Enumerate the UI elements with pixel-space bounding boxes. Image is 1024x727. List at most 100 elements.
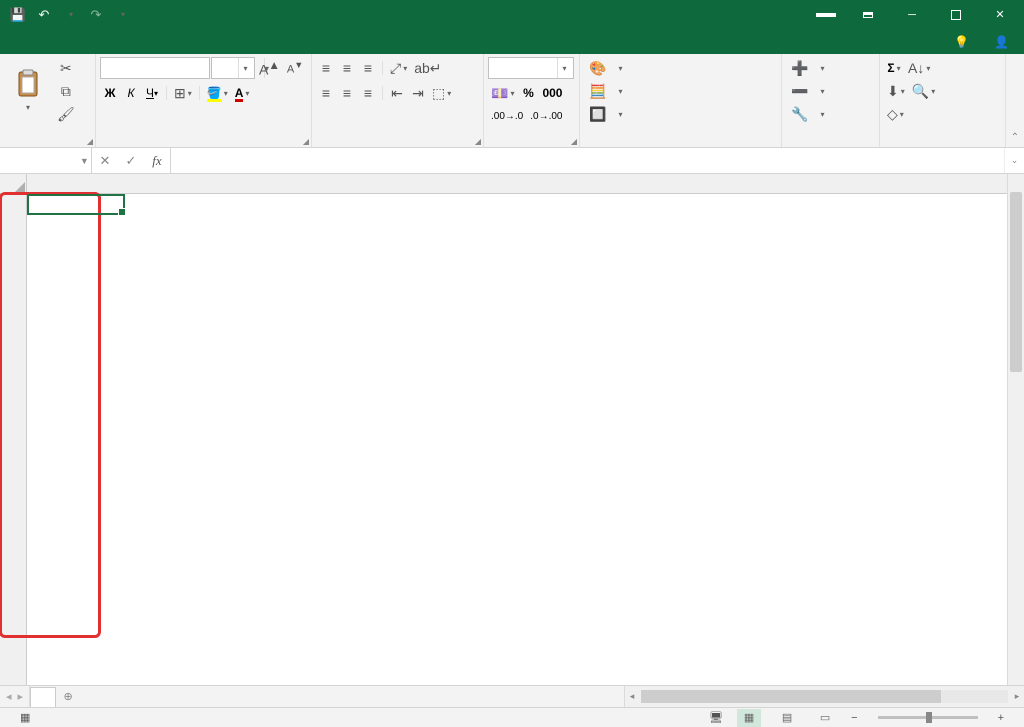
undo-icon[interactable]: ↶ <box>32 3 56 27</box>
font-color-button[interactable]: A <box>232 82 253 104</box>
decrease-indent-button[interactable]: ⇤ <box>387 82 407 104</box>
font-size-combo[interactable]: ▾ <box>211 57 255 79</box>
sheet-nav[interactable]: ◂▸ <box>0 686 30 707</box>
number-format-combo[interactable]: ▾ <box>488 57 574 79</box>
launcher-icon[interactable]: ◢ <box>87 137 93 146</box>
align-center-button[interactable]: ≡ <box>337 82 357 104</box>
share-button[interactable]: 👤 <box>984 29 1024 54</box>
close-icon[interactable]: ✕ <box>978 0 1022 29</box>
format-cells-button[interactable]: 🔧 <box>786 103 829 125</box>
select-all-button[interactable] <box>0 174 27 194</box>
vertical-scrollbar[interactable] <box>1007 174 1024 685</box>
sort-filter-button[interactable]: A↓ <box>905 57 933 79</box>
sort-icon: A↓ <box>908 61 924 75</box>
launcher-icon[interactable]: ◢ <box>475 137 481 146</box>
format-as-table-button[interactable]: 🧮 <box>584 80 627 102</box>
redo-icon[interactable]: ↷ <box>84 3 108 27</box>
launcher-icon[interactable]: ◢ <box>303 137 309 146</box>
borders-button[interactable]: ⊞ <box>171 82 195 104</box>
decrease-font-button[interactable]: A▼ <box>284 57 306 79</box>
delete-cells-button[interactable]: ➖ <box>786 80 829 102</box>
page-break-view-button[interactable]: ▭ <box>813 709 837 727</box>
cell-styles-button[interactable]: 🔲 <box>584 103 627 125</box>
zoom-slider[interactable] <box>878 716 978 719</box>
align-bottom-button[interactable]: ≡ <box>358 57 378 79</box>
ribbon-options-icon[interactable] <box>846 0 890 29</box>
sheet-tab[interactable] <box>30 687 56 707</box>
a-color-icon: A <box>235 86 244 100</box>
delete-icon: ➖ <box>791 84 808 98</box>
fill-button[interactable]: ⬇ <box>884 80 908 102</box>
chevron-down-icon[interactable]: ▼ <box>78 156 91 166</box>
italic-button[interactable]: К <box>121 82 141 104</box>
a-up-icon: A▲ <box>259 60 280 77</box>
normal-view-button[interactable]: ▦ <box>737 709 761 727</box>
autosum-button[interactable]: Σ <box>884 57 904 79</box>
sheet-tab-bar: ◂▸ ⊕ ◂▸ <box>0 685 1024 707</box>
a-down-icon: A▼ <box>287 61 303 76</box>
expand-formula-bar-button[interactable]: ⌄ <box>1004 148 1024 173</box>
align-left-button[interactable]: ≡ <box>316 82 336 104</box>
clear-button[interactable]: ◇ <box>884 103 907 125</box>
border-icon: ⊞ <box>174 86 186 100</box>
minimize-icon[interactable]: ─ <box>890 0 934 29</box>
sign-in-button[interactable] <box>816 13 836 17</box>
tell-me[interactable]: 💡 <box>944 29 984 54</box>
add-sheet-button[interactable]: ⊕ <box>56 686 80 707</box>
launcher-icon[interactable]: ◢ <box>571 137 577 146</box>
font-name-combo[interactable]: ▾ <box>100 57 210 79</box>
status-bar: ▦ 🖥 ▦ ▤ ▭ − + <box>0 707 1024 727</box>
format-icon: 🔧 <box>791 107 808 121</box>
merge-icon: ⬚ <box>432 86 445 100</box>
accounting-format-button[interactable]: 💷 <box>488 82 517 104</box>
qat-customize[interactable] <box>110 3 134 27</box>
name-box-input[interactable] <box>0 154 78 168</box>
merge-button[interactable]: ⬚ <box>429 82 454 104</box>
find-select-button[interactable]: 🔍 <box>909 80 938 102</box>
cells-area[interactable] <box>27 194 1007 685</box>
format-painter-button[interactable]: 🖌 <box>54 103 78 125</box>
cut-button[interactable]: ✂ <box>54 57 78 79</box>
column-headers <box>27 174 1007 194</box>
number-format-input[interactable] <box>489 61 557 75</box>
insert-function-button[interactable]: fx <box>144 148 170 173</box>
save-icon[interactable]: 💾 <box>6 3 30 27</box>
name-box[interactable]: ▼ <box>0 148 92 173</box>
align-right-button[interactable]: ≡ <box>358 82 378 104</box>
maximize-icon[interactable] <box>934 0 978 29</box>
increase-indent-button[interactable]: ⇥ <box>408 82 428 104</box>
conditional-formatting-button[interactable]: 🎨 <box>584 57 627 79</box>
percent-button[interactable]: % <box>518 82 538 104</box>
zoom-out-button[interactable]: − <box>851 712 857 724</box>
page-layout-view-button[interactable]: ▤ <box>775 709 799 727</box>
font-size-input[interactable] <box>212 61 238 75</box>
decrease-decimal-button[interactable]: .0→.00 <box>527 105 565 127</box>
formula-input[interactable] <box>171 148 1004 173</box>
align-middle-button[interactable]: ≡ <box>337 57 357 79</box>
macro-record-icon[interactable]: ▦ <box>20 711 30 724</box>
cancel-formula-button[interactable]: ✕ <box>92 148 118 173</box>
increase-decimal-button[interactable]: .00→.0 <box>488 105 526 127</box>
group-cells: ➕ ➖ 🔧 <box>782 54 880 147</box>
insert-cells-button[interactable]: ➕ <box>786 57 829 79</box>
undo-menu[interactable] <box>58 3 82 27</box>
bold-button[interactable]: Ж <box>100 82 120 104</box>
collapse-ribbon-button[interactable]: ⌃ <box>1006 54 1024 147</box>
fill-color-button[interactable]: 🪣 <box>204 82 231 104</box>
comma-button[interactable]: 000 <box>539 82 565 104</box>
wrap-text-button[interactable]: ab↵ <box>411 57 444 79</box>
copy-button[interactable]: ⧉ <box>54 80 78 102</box>
scrollbar-thumb[interactable] <box>1010 192 1022 372</box>
quick-access-toolbar: 💾 ↶ ↷ <box>0 0 134 29</box>
underline-button[interactable]: Ч▾ <box>142 82 162 104</box>
confirm-formula-button[interactable]: ✓ <box>118 148 144 173</box>
horizontal-scrollbar[interactable]: ◂▸ <box>624 686 1024 707</box>
paste-button[interactable]: ▾ <box>4 57 52 123</box>
zoom-in-button[interactable]: + <box>998 712 1004 724</box>
align-top-button[interactable]: ≡ <box>316 57 336 79</box>
orientation-button[interactable]: ⤢ <box>387 57 410 79</box>
display-settings-icon[interactable]: 🖥 <box>709 711 723 724</box>
bulb-icon: 💡 <box>954 35 969 49</box>
increase-font-button[interactable]: A▲ <box>256 57 283 79</box>
scrollbar-thumb[interactable] <box>641 690 941 703</box>
